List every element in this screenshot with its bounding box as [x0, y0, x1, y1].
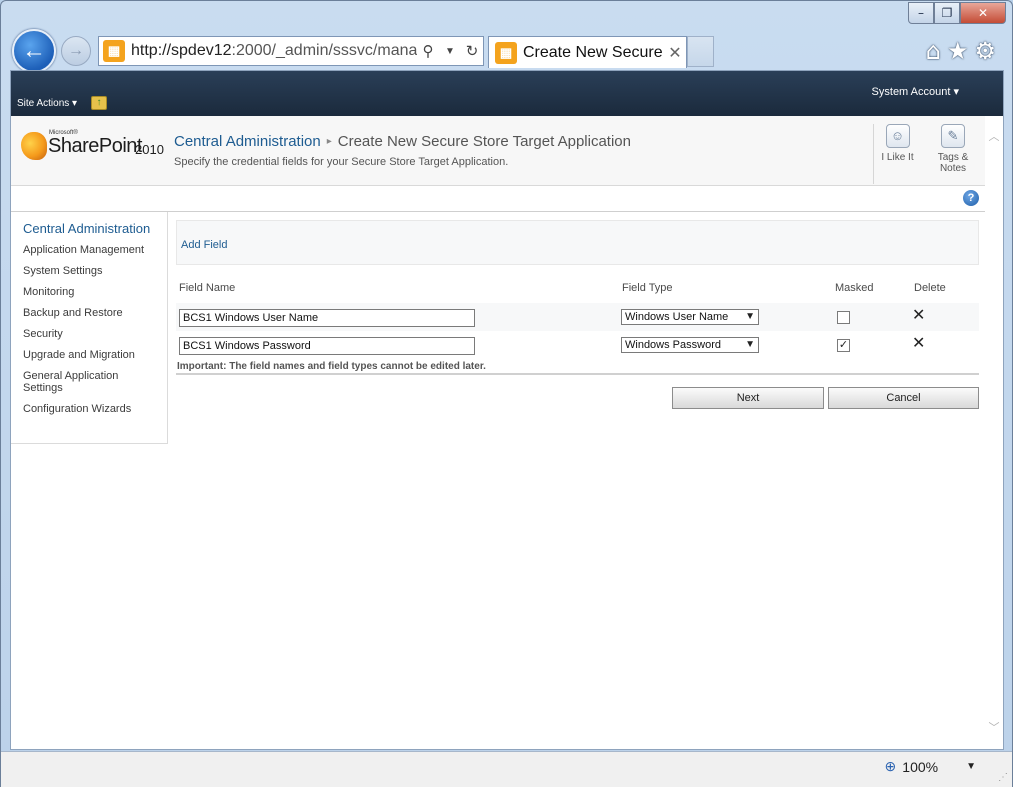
url-path: :2000/_admin/sssvc/manag — [231, 42, 417, 59]
zoom-magnifier-icon: ⊕ — [884, 758, 897, 774]
leftnav-item-upgrade-migration[interactable]: Upgrade and Migration — [23, 349, 165, 361]
dropdown-arrow-icon[interactable]: ▼ — [439, 46, 461, 57]
tab-title: Create New Secure ... — [523, 43, 664, 61]
checkmark-icon: ✓ — [838, 339, 849, 351]
leftnav-item-application-management[interactable]: Application Management — [23, 244, 165, 256]
column-header-field-name: Field Name — [179, 282, 236, 294]
tags-notes-icon: ✎ — [941, 124, 965, 148]
leftnav-item-system-settings[interactable]: System Settings — [23, 265, 165, 277]
chevron-down-icon: ▼ — [745, 311, 755, 322]
vertical-scrollbar[interactable]: ︿ ﹀ — [985, 116, 1003, 749]
sharepoint-ribbon: Site Actions ▾ ↑ System Account ▾ — [11, 71, 1003, 116]
site-actions-menu[interactable]: Site Actions ▾ — [17, 98, 77, 109]
page-description: Specify the credential fields for your S… — [174, 156, 509, 168]
window-controls: – ❐ ✕ — [908, 2, 1006, 24]
leftnav-item-general-application-settings[interactable]: General Application Settings — [23, 370, 143, 394]
scroll-up-icon[interactable]: ︿ — [985, 128, 1003, 144]
help-icon[interactable]: ? — [963, 190, 979, 206]
logo-product-text: SharePoint — [48, 135, 142, 157]
tab-site-icon: ▦ — [495, 41, 517, 64]
title-area: Microsoft® SharePoint 2010 Central Admin… — [11, 116, 986, 186]
scroll-down-icon[interactable]: ﹀ — [985, 719, 1003, 735]
field-type-select[interactable]: Windows Password ▼ — [621, 337, 759, 353]
tags-notes-label-line1: Tags & — [937, 152, 969, 163]
forward-button[interactable]: → — [61, 36, 91, 66]
zoom-control[interactable]: ⊕ 100% ▼ — [885, 758, 976, 775]
column-header-delete: Delete — [914, 282, 946, 294]
leftnav-heading[interactable]: Central Administration — [23, 221, 150, 236]
chevron-down-icon: ▼ — [745, 339, 755, 350]
tags-notes-button[interactable]: ✎ Tags & Notes — [929, 124, 977, 174]
status-bar: ⊕ 100% ▼ ⋰ — [1, 751, 1012, 787]
resize-grip-icon[interactable]: ⋰ — [998, 772, 1008, 783]
breadcrumb-separator-icon: ▸ — [326, 136, 332, 147]
field-type-selected: Windows Password — [625, 339, 721, 351]
maximize-button[interactable]: ❐ — [934, 2, 960, 24]
column-header-field-type: Field Type — [622, 282, 673, 294]
close-window-button[interactable]: ✕ — [960, 2, 1006, 24]
important-note: Important: The field names and field typ… — [177, 361, 486, 372]
browser-tab-active[interactable]: ▦ Create New Secure ... ✕ — [488, 36, 687, 68]
address-bar[interactable]: ▦ http://spdev12:2000/_admin/sssvc/manag… — [98, 36, 484, 66]
sharepoint-logo-mark — [21, 132, 47, 160]
like-tag-icon: ☺ — [885, 124, 910, 148]
logo-year-text: 2010 — [135, 142, 164, 157]
refresh-icon[interactable]: ↻ — [461, 42, 483, 60]
settings-gear-icon[interactable]: ⚙ — [974, 37, 996, 65]
leftnav-item-backup-restore[interactable]: Backup and Restore — [23, 307, 165, 319]
back-arrow-icon: ← — [22, 37, 46, 64]
leftnav-item-monitoring[interactable]: Monitoring — [23, 286, 165, 298]
zoom-dropdown-icon[interactable]: ▼ — [966, 761, 976, 772]
help-bar — [11, 186, 986, 212]
leftnav-item-configuration-wizards[interactable]: Configuration Wizards — [23, 403, 165, 415]
field-type-select[interactable]: Windows User Name ▼ — [621, 309, 759, 325]
url-text[interactable]: http://spdev12:2000/_admin/sssvc/manag — [131, 42, 417, 60]
sharepoint-site-icon: ▦ — [103, 40, 125, 62]
home-icon[interactable]: ⌂ — [926, 37, 941, 65]
tab-close-icon[interactable]: ✕ — [664, 43, 686, 63]
navigate-up-icon[interactable]: ↑ — [91, 96, 107, 110]
page-viewport: Site Actions ▾ ↑ System Account ▾ Micros… — [10, 70, 1004, 750]
masked-checkbox[interactable]: ✓ — [837, 339, 850, 352]
minimize-button[interactable]: – — [908, 2, 934, 24]
new-tab-button[interactable] — [687, 36, 714, 67]
favorites-star-icon[interactable]: ★ — [947, 37, 969, 65]
sharepoint-logo[interactable]: Microsoft® SharePoint 2010 — [21, 130, 166, 164]
delete-field-icon[interactable]: ✕ — [912, 305, 925, 324]
forward-arrow-icon: → — [68, 42, 84, 59]
account-name: System Account — [871, 86, 951, 98]
browser-window: – ❐ ✕ ← → ▦ http://spdev12:2000/_admin/s… — [0, 0, 1013, 787]
page-title: Create New Secure Store Target Applicati… — [337, 133, 631, 150]
field-name-input[interactable]: BCS1 Windows Password — [179, 337, 475, 355]
column-header-masked: Masked — [835, 282, 874, 294]
breadcrumb-root-link[interactable]: Central Administration — [174, 133, 321, 150]
zoom-level: 100% — [902, 758, 939, 775]
delete-field-icon[interactable]: ✕ — [912, 333, 925, 352]
quick-launch-nav: Central Administration Application Manag… — [11, 212, 168, 444]
field-name-input[interactable]: BCS1 Windows User Name — [179, 309, 475, 327]
next-button[interactable]: Next — [672, 387, 824, 409]
back-button[interactable]: ← — [12, 29, 56, 73]
leftnav-list: Application Management System Settings M… — [23, 244, 165, 424]
add-field-toolbar: Add Field — [176, 220, 979, 265]
i-like-it-label: I Like It — [881, 152, 914, 163]
breadcrumb: Central Administration ▸ Create New Secure… — [174, 133, 631, 150]
site-actions-label: Site Actions — [17, 98, 70, 109]
browser-toolbar-icons: ⌂ ★ ⚙ — [926, 37, 996, 65]
add-field-link[interactable]: Add Field — [181, 239, 227, 251]
field-type-selected: Windows User Name — [625, 311, 729, 323]
masked-checkbox[interactable] — [837, 311, 850, 324]
search-icon[interactable]: ⚲ — [417, 42, 439, 60]
cancel-button[interactable]: Cancel — [828, 387, 979, 409]
leftnav-item-security[interactable]: Security — [23, 328, 165, 340]
account-menu[interactable]: System Account ▾ — [872, 85, 959, 98]
url-host: http://spdev12 — [131, 42, 232, 59]
i-like-it-button[interactable]: ☺ I Like It — [873, 124, 921, 184]
tags-notes-label-line2: Notes — [939, 163, 967, 174]
divider — [176, 373, 979, 375]
